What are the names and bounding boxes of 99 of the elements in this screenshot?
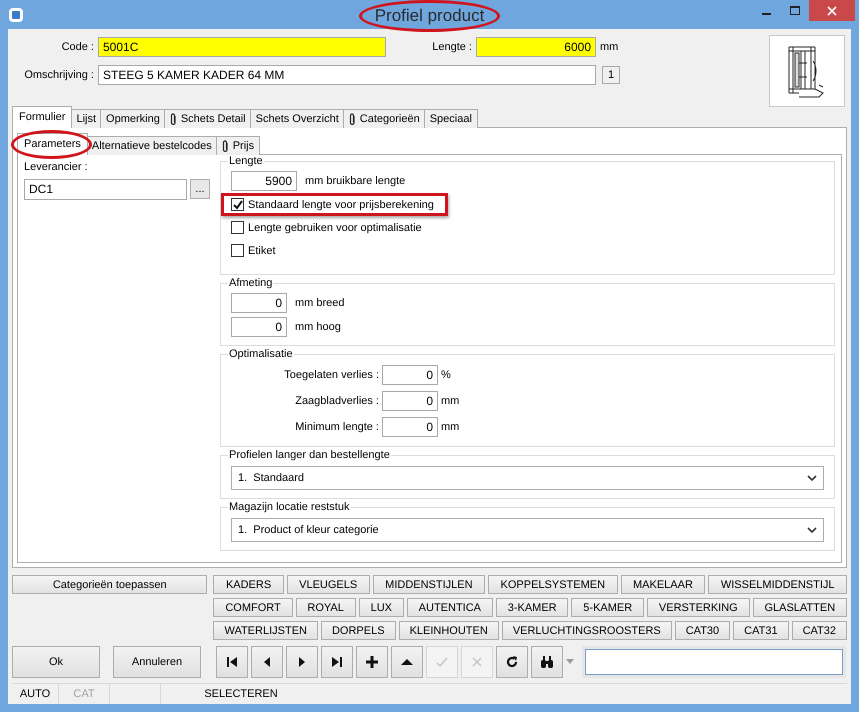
toolbar-button[interactable] [531, 646, 563, 678]
category-button[interactable]: MAKELAAR [620, 575, 706, 594]
chevron-down-icon [807, 474, 817, 482]
field-label: Leverancier : [24, 161, 89, 173]
binoculars-icon [539, 654, 555, 670]
tab[interactable]: Schets Detail [164, 109, 252, 128]
paperclip-icon [222, 140, 229, 152]
category-button[interactable]: DORPELS [320, 621, 396, 640]
category-button[interactable]: CAT30 [674, 621, 730, 640]
dropdown[interactable]: 1. Product of kleur categorie [231, 518, 824, 542]
checkbox[interactable] [231, 244, 244, 257]
status-text: CAT [73, 688, 95, 700]
toolbar-button[interactable] [321, 646, 353, 678]
close-button[interactable] [809, 0, 855, 21]
category-button[interactable]: 5-KAMER [571, 598, 644, 617]
category-button[interactable]: VERLUCHTINGSROOSTERS [502, 621, 672, 640]
maximize-icon[interactable] [790, 6, 800, 16]
category-button[interactable]: MIDDENSTIJLEN [372, 575, 486, 594]
category-button[interactable]: LUX [358, 598, 404, 617]
close-icon [827, 6, 837, 16]
checkbox[interactable] [231, 198, 244, 211]
category-button[interactable]: COMFORT [213, 598, 293, 617]
toolbar-button[interactable] [391, 646, 423, 678]
checkbox-option[interactable]: Etiket [221, 239, 290, 262]
category-button[interactable]: WATERLIJSTEN [213, 621, 318, 640]
field-label: Lengte : [431, 41, 473, 53]
last-record-icon [329, 654, 345, 670]
toolbar-button[interactable] [496, 646, 528, 678]
window-title: Profiel product [374, 6, 484, 25]
length-field[interactable]: 5900 [231, 171, 297, 191]
description-field[interactable]: STEEG 5 KAMER KADER 64 MM [98, 65, 596, 85]
plus-icon [364, 654, 380, 670]
field-label: Zaagbladverlies : [294, 395, 379, 407]
dropdown[interactable]: 1. Standaard [231, 466, 824, 490]
search-field[interactable] [585, 649, 843, 675]
category-button[interactable]: GLASLATTEN [752, 598, 847, 617]
paperclip-icon [170, 112, 177, 126]
tab[interactable]: Schets Overzicht [250, 109, 345, 128]
unit-label: mm [599, 41, 620, 53]
tab[interactable]: Alternatieve bestelcodes [86, 136, 218, 155]
group-title: Optimalisatie [228, 348, 294, 360]
field-label: Toegelaten verlies : [283, 369, 379, 381]
unit-label: mm [441, 421, 460, 433]
field-label: Minimum lengte : [294, 421, 379, 433]
checkbox-option[interactable]: Lengte gebruiken voor optimalisatie [221, 216, 436, 239]
paperclip-icon [348, 112, 356, 126]
apply-categories-button[interactable]: Categorieën toepassen [12, 575, 208, 594]
unit-label: mm bruikbare lengte [305, 175, 406, 187]
toolbar-button[interactable] [251, 646, 283, 678]
code-field[interactable]: 5001C [98, 37, 386, 57]
tab[interactable]: Parameters [17, 133, 88, 155]
size-field[interactable]: 0 [231, 293, 287, 313]
status-text: AUTO [20, 688, 50, 700]
first-record-icon [224, 654, 240, 670]
unit-label: mm hoog [295, 321, 341, 333]
group-title: Profielen langer dan bestellengte [228, 449, 391, 461]
category-button[interactable]: VLEUGELS [286, 575, 370, 594]
category-button[interactable]: VERSTERKING [647, 598, 750, 617]
category-button[interactable]: AUTENTICA [406, 598, 493, 617]
size-field[interactable]: 0 [231, 317, 287, 337]
tab[interactable]: Opmerking [100, 109, 166, 128]
checkbox[interactable] [231, 221, 244, 234]
supplier-field[interactable]: DC1 [24, 179, 187, 200]
field-label: Code : [60, 41, 95, 53]
field-label: Omschrijving : [23, 69, 95, 81]
category-button[interactable]: KOPPELSYSTEMEN [488, 575, 618, 594]
ok-button[interactable]: Ok [12, 646, 100, 678]
unit-label: % [441, 369, 451, 381]
chevron-down-icon [807, 526, 817, 534]
tab[interactable]: Formulier [12, 106, 72, 128]
unit-label: mm breed [295, 297, 345, 309]
group-title: Magazijn locatie reststuk [228, 501, 350, 513]
toolbar-button[interactable] [286, 646, 318, 678]
number-field[interactable]: 0 [382, 365, 438, 385]
category-button[interactable]: KADERS [213, 575, 284, 594]
refresh-icon [504, 654, 520, 670]
counter: 1 [602, 66, 620, 84]
tab[interactable]: Speciaal [424, 109, 478, 128]
length-field[interactable]: 6000 [476, 37, 596, 57]
category-button[interactable]: ROYAL [296, 598, 356, 617]
number-field[interactable]: 0 [382, 391, 438, 411]
number-field[interactable]: 0 [382, 417, 438, 437]
category-button[interactable]: CAT31 [733, 621, 789, 640]
group-title: Lengte [228, 155, 264, 167]
tab[interactable]: Categorieën [342, 109, 426, 128]
category-button[interactable]: WISSELMIDDENSTIJL [708, 575, 847, 594]
category-button[interactable]: 3-KAMER [496, 598, 568, 617]
cancel-button[interactable]: Annuleren [113, 646, 201, 678]
category-button[interactable]: KLEINHOUTEN [398, 621, 499, 640]
checkbox-option[interactable]: Standaard lengte voor prijsberekening [221, 193, 448, 216]
tab[interactable]: Prijs [216, 136, 260, 155]
toolbar-button[interactable] [216, 646, 248, 678]
group-title: Afmeting [228, 277, 274, 289]
unit-label: mm [441, 395, 460, 407]
toolbar-button[interactable] [356, 646, 388, 678]
browse-button[interactable]: ... [190, 179, 210, 199]
status-text: SELECTEREN [204, 688, 278, 700]
category-button[interactable]: CAT32 [792, 621, 847, 640]
app-icon [8, 6, 24, 22]
